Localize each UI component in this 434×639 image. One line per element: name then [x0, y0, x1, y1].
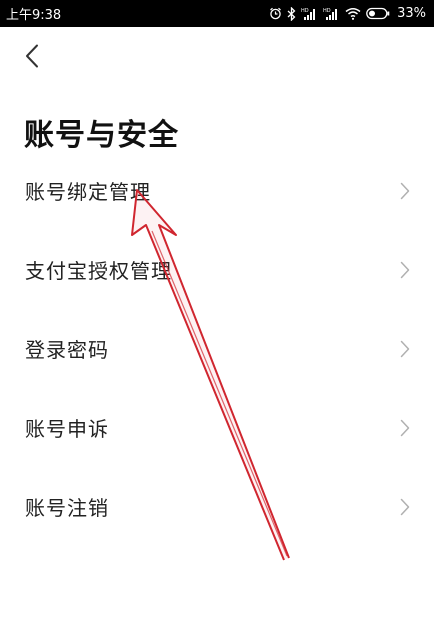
menu-item-label: 账号注销 [25, 496, 109, 520]
back-button[interactable] [14, 40, 50, 76]
menu-item-label: 账号绑定管理 [25, 180, 151, 204]
bluetooth-icon [287, 6, 296, 21]
alarm-clock-icon [269, 7, 282, 20]
cell-signal-1-icon: HD [301, 7, 318, 20]
status-bar: 上午9:38 HD HD 33% [0, 0, 434, 27]
status-left: 上午9:38 [6, 4, 61, 23]
status-right: HD HD 33% [269, 6, 426, 21]
chevron-right-icon [400, 340, 410, 358]
menu-item-account-cancellation[interactable]: 账号注销 [0, 467, 434, 546]
page-title: 账号与安全 [24, 118, 179, 153]
cell-signal-2-icon: HD [323, 7, 340, 20]
battery-percent: 33% [397, 6, 426, 21]
chevron-right-icon [400, 182, 410, 200]
menu-item-alipay-authorization[interactable]: 支付宝授权管理 [0, 230, 434, 309]
menu-item-account-appeal[interactable]: 账号申诉 [0, 388, 434, 467]
menu-item-account-binding[interactable]: 账号绑定管理 [0, 151, 434, 230]
chevron-right-icon [400, 419, 410, 437]
menu-item-label: 登录密码 [25, 338, 109, 362]
battery-icon [366, 7, 390, 20]
chevron-right-icon [400, 498, 410, 516]
chevron-right-icon [400, 261, 410, 279]
status-time: 上午9:38 [6, 8, 62, 23]
wifi-icon [345, 7, 361, 20]
svg-text:HD: HD [301, 8, 309, 14]
menu-item-login-password[interactable]: 登录密码 [0, 309, 434, 388]
menu-item-label: 支付宝授权管理 [25, 259, 172, 283]
settings-menu-list: 账号绑定管理 支付宝授权管理 登录密码 账号申诉 账号注销 [0, 151, 434, 546]
svg-text:HD: HD [323, 8, 331, 14]
chevron-left-icon [25, 44, 39, 72]
menu-item-label: 账号申诉 [25, 417, 109, 441]
